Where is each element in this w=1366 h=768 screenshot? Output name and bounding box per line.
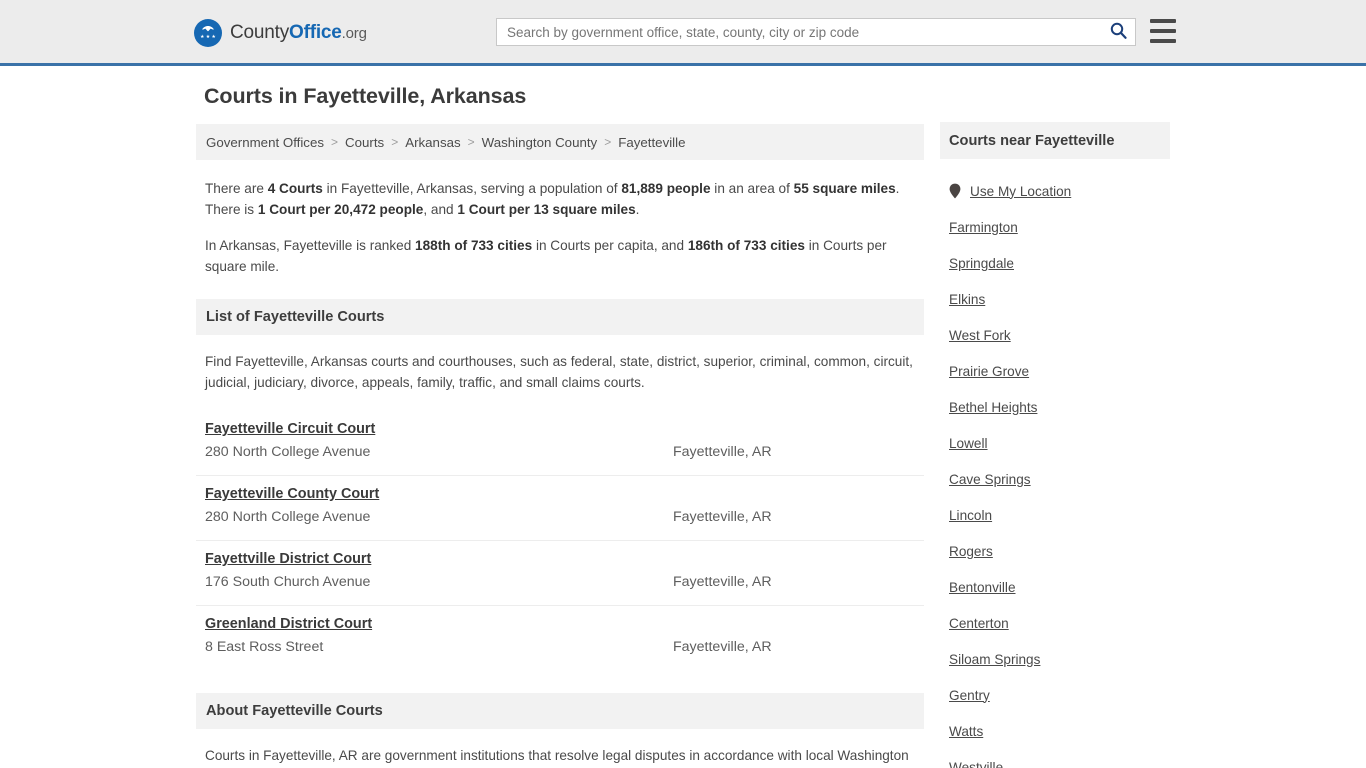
breadcrumb-item-fayetteville[interactable]: Fayetteville (618, 135, 685, 150)
sidebar-heading: Courts near Fayetteville (940, 122, 1170, 159)
sidebar-list: Use My Location Farmington Springdale Elkin… (940, 159, 1170, 768)
nearby-city-link[interactable]: Siloam Springs (949, 652, 1040, 667)
search-button[interactable] (1101, 19, 1135, 45)
sidebar-item-rogers[interactable]: Rogers (940, 533, 1170, 569)
logo-text: CountyOffice.org (230, 22, 367, 44)
nearby-city-link[interactable]: Elkins (949, 292, 985, 307)
statistics-paragraph-2: In Arkansas, Fayetteville is ranked 188t… (205, 238, 887, 274)
sidebar-item-prairie-grove[interactable]: Prairie Grove (940, 353, 1170, 389)
nearby-city-link[interactable]: Gentry (949, 688, 990, 703)
hamburger-menu-button[interactable] (1150, 19, 1176, 43)
eagle-stars-emblem-icon (194, 19, 222, 47)
court-address: 8 East Ross Street (205, 639, 324, 655)
court-city-state: Fayetteville, AR (673, 444, 772, 460)
menu-bar-3 (1150, 39, 1176, 43)
court-name-link[interactable]: Fayetteville Circuit Court (205, 421, 375, 437)
sidebar-item-bethel-heights[interactable]: Bethel Heights (940, 389, 1170, 425)
main-content: Courts in Fayetteville, Arkansas Governm… (196, 84, 924, 768)
court-city-state: Fayetteville, AR (673, 639, 772, 655)
nearby-city-link[interactable]: Cave Springs (949, 472, 1031, 487)
court-address: 280 North College Avenue (205, 444, 371, 460)
sidebar-item-lowell[interactable]: Lowell (940, 425, 1170, 461)
sidebar-item-watts[interactable]: Watts (940, 713, 1170, 749)
sidebar-item-bentonville[interactable]: Bentonville (940, 569, 1170, 605)
nearby-city-link[interactable]: Lowell (949, 436, 988, 451)
breadcrumb-separator: > (467, 135, 475, 149)
map-pin-icon (949, 183, 961, 199)
statistics-paragraph-1: There are 4 Courts in Fayetteville, Arka… (205, 181, 900, 217)
sidebar-item-centerton[interactable]: Centerton (940, 605, 1170, 641)
sidebar-item-west-fork[interactable]: West Fork (940, 317, 1170, 353)
nearby-city-link[interactable]: Watts (949, 724, 983, 739)
search-icon (1110, 22, 1127, 42)
sidebar-item-gentry[interactable]: Gentry (940, 677, 1170, 713)
sidebar-item-siloam-springs[interactable]: Siloam Springs (940, 641, 1170, 677)
statistics-block: There are 4 Courts in Fayetteville, Arka… (196, 160, 924, 277)
about-section-heading: About Fayetteville Courts (196, 693, 924, 729)
sidebar-item-elkins[interactable]: Elkins (940, 281, 1170, 317)
menu-bar-2 (1150, 29, 1176, 33)
court-row: Greenland District Court 8 East Ross Stre… (196, 606, 924, 671)
court-city-state: Fayetteville, AR (673, 574, 772, 590)
logo-text-office: Office (289, 22, 342, 43)
nearby-city-link[interactable]: Lincoln (949, 508, 992, 523)
search-box[interactable] (496, 18, 1136, 46)
site-logo[interactable]: CountyOffice.org (194, 18, 367, 48)
nearby-city-link[interactable]: West Fork (949, 328, 1011, 343)
nearby-city-link[interactable]: Westville (949, 760, 1003, 768)
nearby-courts-sidebar: Courts near Fayetteville Use My Location… (940, 122, 1170, 768)
court-row: Fayetteville Circuit Court 280 North Coll… (196, 411, 924, 476)
breadcrumb-item-courts[interactable]: Courts (345, 135, 384, 150)
list-section-heading: List of Fayetteville Courts (196, 299, 924, 335)
nearby-city-link[interactable]: Rogers (949, 544, 993, 559)
court-list: Fayetteville Circuit Court 280 North Coll… (196, 411, 924, 671)
court-name-link[interactable]: Greenland District Court (205, 616, 372, 632)
court-address: 176 South Church Avenue (205, 574, 371, 590)
nearby-city-link[interactable]: Farmington (949, 220, 1018, 235)
nearby-city-link[interactable]: Centerton (949, 616, 1009, 631)
nearby-city-link[interactable]: Springdale (949, 256, 1014, 271)
court-address: 280 North College Avenue (205, 509, 371, 525)
court-name-link[interactable]: Fayetteville County Court (205, 486, 379, 502)
breadcrumb-item-washington-county[interactable]: Washington County (482, 135, 598, 150)
breadcrumb-item-arkansas[interactable]: Arkansas (405, 135, 460, 150)
court-name-link[interactable]: Fayettville District Court (205, 551, 371, 567)
logo-text-org: .org (341, 25, 367, 42)
site-header: CountyOffice.org (0, 0, 1366, 66)
breadcrumb-separator: > (331, 135, 339, 149)
court-city-state: Fayetteville, AR (673, 509, 772, 525)
sidebar-item-westville[interactable]: Westville (940, 749, 1170, 768)
nearby-city-link[interactable]: Bethel Heights (949, 400, 1037, 415)
menu-bar-1 (1150, 19, 1176, 23)
list-section-description: Find Fayetteville, Arkansas courts and c… (205, 354, 913, 390)
court-row: Fayettville District Court 176 South Chur… (196, 541, 924, 606)
breadcrumb: Government Offices > Courts > Arkansas > Washi… (196, 124, 924, 160)
about-section-body: Courts in Fayetteville, AR are governmen… (205, 748, 909, 763)
page-title: Courts in Fayetteville, Arkansas (204, 84, 527, 108)
logo-text-county: County (230, 22, 290, 43)
search-input[interactable] (497, 19, 1101, 45)
breadcrumb-separator: > (391, 135, 399, 149)
sidebar-item-farmington[interactable]: Farmington (940, 209, 1170, 245)
nearby-city-link[interactable]: Bentonville (949, 580, 1016, 595)
breadcrumb-separator: > (604, 135, 612, 149)
sidebar-item-lincoln[interactable]: Lincoln (940, 497, 1170, 533)
court-row: Fayetteville County Court 280 North Colle… (196, 476, 924, 541)
sidebar-item-springdale[interactable]: Springdale (940, 245, 1170, 281)
breadcrumb-item-government-offices[interactable]: Government Offices (206, 135, 324, 150)
use-my-location-link[interactable]: Use My Location (970, 184, 1071, 199)
nearby-city-link[interactable]: Prairie Grove (949, 364, 1029, 379)
sidebar-item-use-my-location[interactable]: Use My Location (940, 173, 1170, 209)
sidebar-item-cave-springs[interactable]: Cave Springs (940, 461, 1170, 497)
